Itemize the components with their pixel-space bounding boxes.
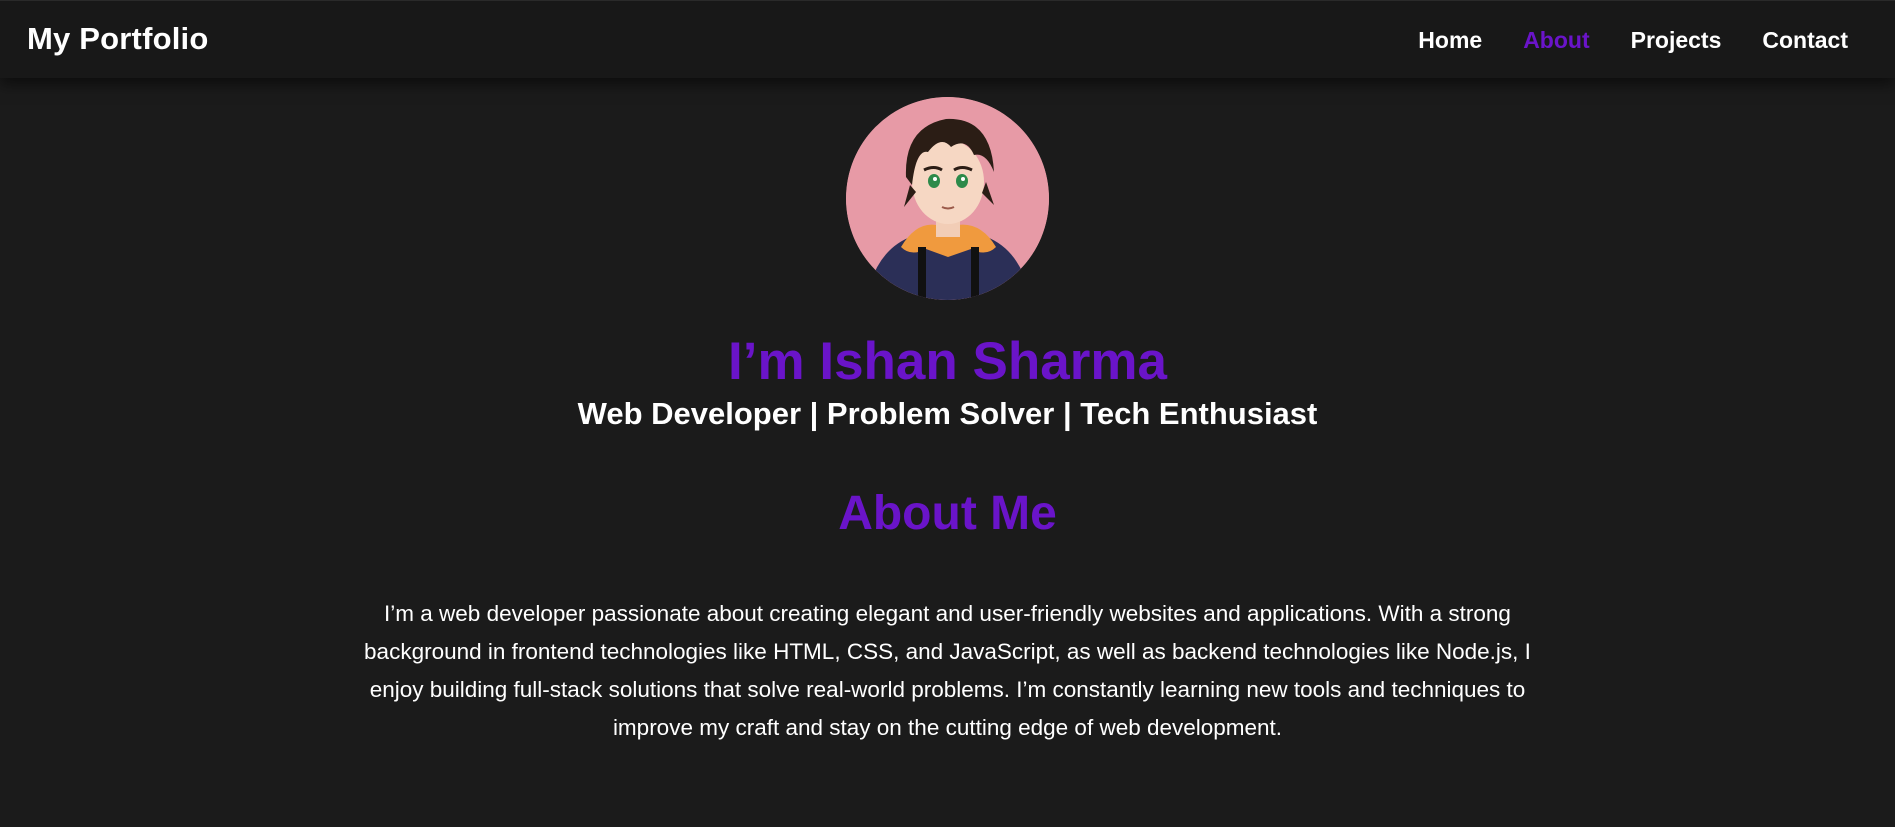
nav-link-contact[interactable]: Contact: [1762, 27, 1848, 54]
nav-link-about[interactable]: About: [1523, 27, 1589, 54]
nav-links: Home About Projects Contact: [1377, 27, 1848, 54]
nav-link-home[interactable]: Home: [1418, 27, 1482, 54]
about-title: About Me: [838, 487, 1057, 540]
avatar: [846, 97, 1049, 300]
brand-logo-text[interactable]: My Portfolio: [27, 21, 209, 57]
about-paragraph: I’m a web developer passionate about cre…: [364, 600, 1531, 740]
hero-headline: I’m Ishan Sharma: [728, 332, 1167, 391]
nav-link-projects[interactable]: Projects: [1631, 27, 1722, 54]
avatar-portrait-icon: [846, 97, 1049, 300]
hero-tagline: Web Developer | Problem Solver | Tech En…: [577, 396, 1318, 431]
navbar: My Portfolio Home About Projects Contact: [0, 0, 1895, 78]
